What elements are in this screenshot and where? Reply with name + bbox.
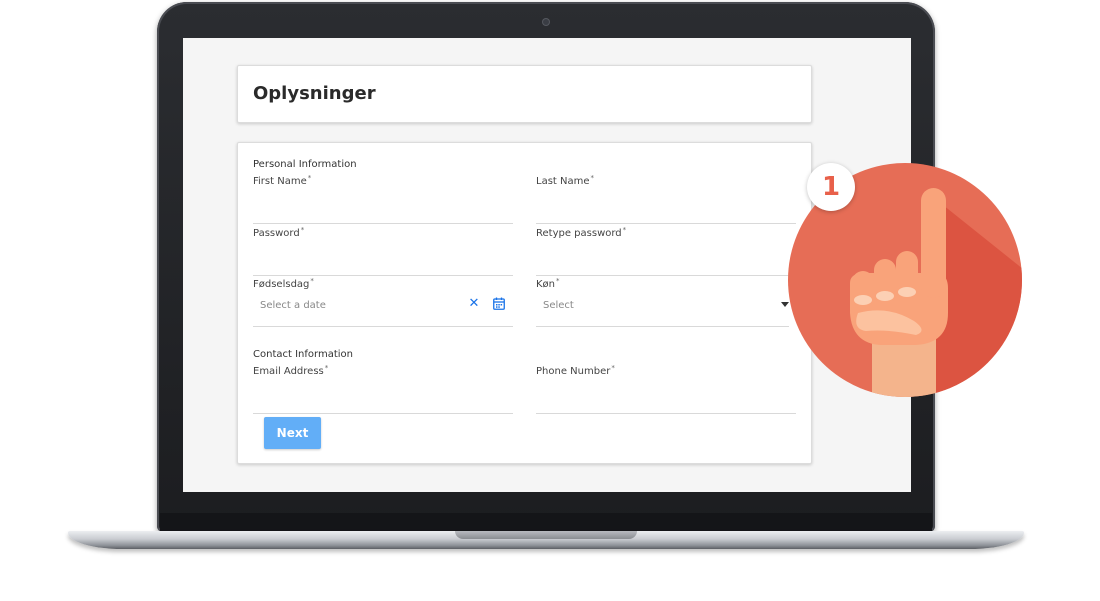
webcam	[543, 19, 549, 25]
email-field[interactable]: Email Address*	[253, 364, 513, 414]
field-underline	[536, 326, 789, 327]
phone-number-field[interactable]: Phone Number*	[536, 364, 796, 414]
required-marker: *	[590, 174, 595, 182]
laptop-hinge	[160, 513, 932, 533]
registration-form: Personal Information First Name* Last Na…	[237, 142, 812, 464]
field-underline	[253, 326, 513, 327]
field-underline	[536, 275, 796, 276]
required-marker: *	[324, 364, 329, 372]
page-header-card: Oplysninger	[237, 65, 812, 123]
gender-select[interactable]: Køn* Select	[536, 277, 789, 327]
gender-selected-value: Select	[543, 300, 574, 311]
required-marker: *	[556, 277, 560, 285]
phone-label: Phone Number	[536, 366, 611, 377]
field-underline	[253, 413, 513, 414]
email-label: Email Address	[253, 366, 324, 377]
personal-information-heading: Personal Information	[253, 159, 357, 170]
birthday-label: Fødselsdag	[253, 279, 310, 290]
required-marker: *	[611, 364, 615, 372]
required-marker: *	[307, 174, 312, 182]
required-marker: *	[622, 226, 627, 234]
contact-information-heading: Contact Information	[253, 349, 353, 360]
password-field[interactable]: Password*	[253, 226, 513, 276]
first-name-field[interactable]: First Name*	[253, 174, 513, 224]
clear-icon[interactable]: ✕	[467, 297, 481, 311]
gender-label: Køn	[536, 279, 556, 290]
field-underline	[253, 223, 513, 224]
birthday-placeholder: Select a date	[260, 300, 326, 311]
required-marker: *	[300, 226, 305, 234]
password-label: Password	[253, 228, 300, 239]
birthday-date-picker[interactable]: Fødselsdag* Select a date ✕	[253, 277, 513, 327]
field-underline	[536, 413, 796, 414]
laptop-notch	[455, 531, 637, 539]
step-number-badge: 1	[807, 163, 855, 211]
field-underline	[536, 223, 796, 224]
retype-password-label: Retype password	[536, 228, 622, 239]
last-name-label: Last Name	[536, 176, 590, 187]
next-button[interactable]: Next	[264, 417, 321, 449]
calendar-icon[interactable]	[493, 297, 505, 310]
first-name-label: First Name	[253, 176, 307, 187]
last-name-field[interactable]: Last Name*	[536, 174, 796, 224]
retype-password-field[interactable]: Retype password*	[536, 226, 796, 276]
field-underline	[253, 275, 513, 276]
page-title: Oplysninger	[253, 83, 376, 104]
required-marker: *	[310, 277, 314, 285]
